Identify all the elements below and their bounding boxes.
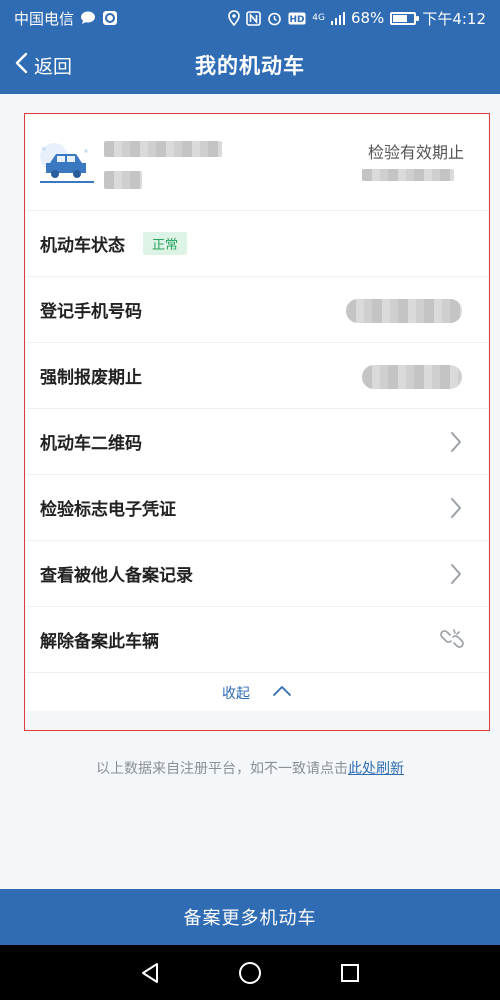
page-title: 我的机动车 xyxy=(195,54,305,78)
back-label: 返回 xyxy=(34,55,73,78)
row-registered-phone: 登记手机号码 xyxy=(26,277,488,343)
row-label: 查看被他人备案记录 xyxy=(40,566,193,586)
battery-percent: 68% xyxy=(350,9,385,27)
car-icon xyxy=(36,137,98,189)
row-label: 解除备案此车辆 xyxy=(40,632,159,652)
plate-number-redacted xyxy=(104,141,222,157)
nfc-icon xyxy=(246,10,262,26)
row-label: 检验标志电子凭证 xyxy=(40,500,176,520)
plate-type-redacted xyxy=(104,171,142,189)
chevron-right-icon xyxy=(450,563,462,589)
location-icon xyxy=(228,10,241,26)
row-label: 强制报废期止 xyxy=(40,368,142,388)
status-badge: 正常 xyxy=(143,232,188,255)
signal-icon xyxy=(330,11,345,25)
system-nav-bar xyxy=(0,945,500,1000)
row-filing-records[interactable]: 查看被他人备案记录 xyxy=(26,541,488,607)
chevron-left-icon xyxy=(14,52,28,79)
row-label: 登记手机号码 xyxy=(40,302,142,322)
status-right: HD 4G 68% 下午4:12 xyxy=(228,8,486,29)
collapse-button[interactable]: 收起 xyxy=(26,675,488,711)
refresh-link[interactable]: 此处刷新 xyxy=(348,761,404,777)
network-type: 4G xyxy=(312,12,325,23)
vehicle-header: 检验有效期止 xyxy=(26,115,488,211)
note-text: 以上数据来自注册平台，如不一致请点击 xyxy=(96,761,348,777)
battery-icon xyxy=(390,11,420,25)
hd-icon: HD xyxy=(288,12,306,25)
back-button[interactable]: 返回 xyxy=(14,36,72,94)
row-qr-code[interactable]: 机动车二维码 xyxy=(26,409,488,475)
nav-bar: 返回 我的机动车 xyxy=(0,36,500,94)
vehicle-card: 检验有效期止 机动车状态 正常 登记手机号码 强制报废期止 机动车二维码 检验标… xyxy=(26,115,488,711)
add-vehicle-button[interactable]: 备案更多机动车 xyxy=(0,889,500,945)
phone-number-redacted xyxy=(346,299,462,323)
row-unbind-vehicle[interactable]: 解除备案此车辆 xyxy=(26,607,488,673)
back-triangle-icon[interactable] xyxy=(130,953,170,993)
status-left: 中国电信 xyxy=(14,8,118,29)
row-scrap-deadline: 强制报废期止 xyxy=(26,343,488,409)
home-circle-icon[interactable] xyxy=(230,953,270,993)
clock: 下午4:12 xyxy=(422,9,486,28)
scrap-date-redacted xyxy=(362,365,462,389)
svg-text:HD: HD xyxy=(290,15,305,25)
data-source-note: 以上数据来自注册平台，如不一致请点击此处刷新 xyxy=(0,758,500,778)
chevron-right-icon xyxy=(450,431,462,457)
row-inspection-certificate[interactable]: 检验标志电子凭证 xyxy=(26,475,488,541)
chevron-up-icon xyxy=(272,685,292,701)
status-bar: 中国电信 HD 4G 68% 下午4:12 xyxy=(0,0,500,36)
carrier-name: 中国电信 xyxy=(14,9,75,28)
battery-level xyxy=(393,14,407,22)
chat-icon xyxy=(80,11,96,25)
browser-icon xyxy=(102,10,118,26)
expiry-label: 检验有效期止 xyxy=(367,143,464,162)
row-label: 机动车二维码 xyxy=(40,434,142,454)
collapse-label: 收起 xyxy=(222,686,250,702)
chevron-right-icon xyxy=(450,497,462,523)
alarm-icon xyxy=(267,11,282,26)
recents-square-icon[interactable] xyxy=(330,953,370,993)
row-vehicle-status: 机动车状态 正常 xyxy=(26,211,488,277)
expiry-date-redacted xyxy=(362,169,454,181)
row-label: 机动车状态 xyxy=(40,236,125,256)
unlink-icon xyxy=(440,627,464,655)
